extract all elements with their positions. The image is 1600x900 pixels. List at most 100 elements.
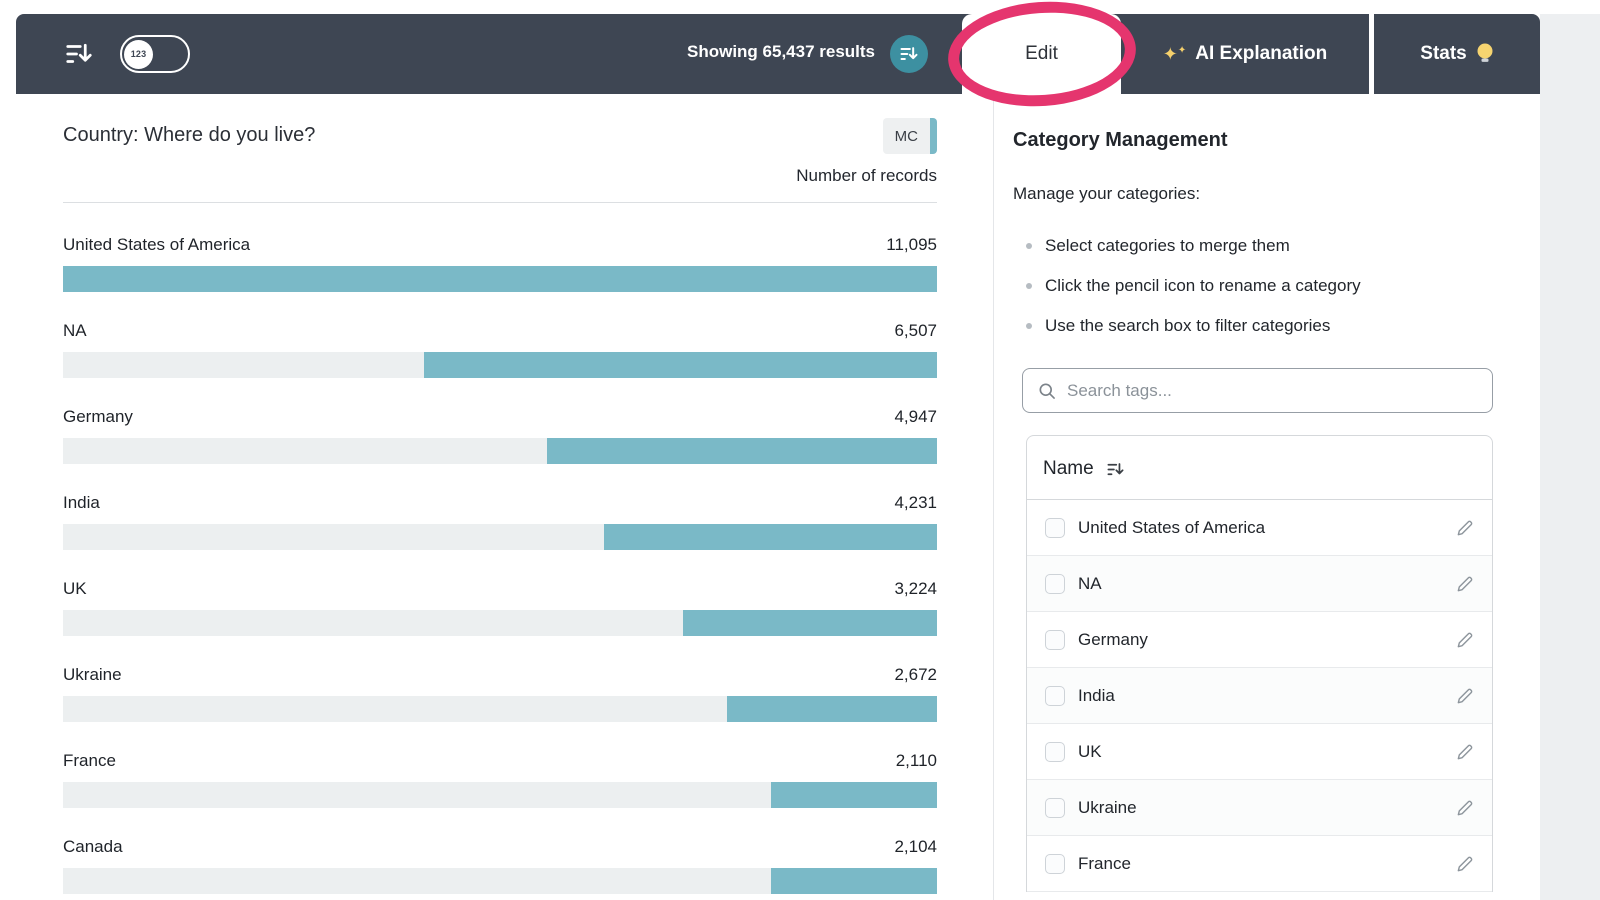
bullet-dot <box>1026 243 1032 249</box>
category-row[interactable]: NA <box>1027 556 1492 612</box>
category-name: NA <box>1078 573 1102 593</box>
bar-fill <box>547 438 937 464</box>
tab-stats-label: Stats <box>1420 43 1467 64</box>
chart-row: Germany 4,947 <box>63 405 937 464</box>
bar-fill <box>726 696 937 722</box>
category-name: France <box>1078 853 1131 873</box>
checkbox[interactable] <box>1045 629 1065 650</box>
checkbox[interactable] <box>1045 685 1065 706</box>
category-row[interactable]: India <box>1027 668 1492 724</box>
bar-fill <box>683 610 937 636</box>
instruction-item: Click the pencil icon to rename a catego… <box>1013 274 1493 298</box>
category-label: NA <box>63 321 87 340</box>
bullet-dot <box>1026 283 1032 289</box>
category-label: France <box>63 751 116 770</box>
checkbox[interactable] <box>1045 517 1065 538</box>
instructions-list: Select categories to merge them Click th… <box>1013 234 1493 338</box>
numeric-mode-knob: 123 <box>124 39 153 69</box>
pencil-icon[interactable] <box>1454 797 1476 819</box>
category-row[interactable]: France <box>1027 836 1492 892</box>
pencil-icon[interactable] <box>1454 685 1476 707</box>
category-value: 4,947 <box>894 407 937 426</box>
pencil-icon[interactable] <box>1454 853 1476 875</box>
chart-divider <box>63 202 937 203</box>
search-icon <box>1039 383 1055 399</box>
tab-edit-label: Edit <box>1025 43 1058 64</box>
results-count: Showing 65,437 results <box>686 42 875 61</box>
chart-rows: United States of America 11,095 NA 6,507… <box>63 233 937 894</box>
category-label: Canada <box>63 837 123 856</box>
category-name: UK <box>1078 741 1102 761</box>
category-name: India <box>1078 685 1115 705</box>
tab-edit[interactable]: Edit <box>962 14 1121 94</box>
search-input[interactable] <box>1067 380 1478 401</box>
bar-track[interactable] <box>63 868 937 894</box>
question-title: Country: Where do you live? <box>63 124 316 146</box>
chart-row: NA 6,507 <box>63 319 937 378</box>
category-value: 2,110 <box>895 751 937 770</box>
category-table-header: Name <box>1027 436 1492 500</box>
category-row[interactable]: United States of America <box>1027 500 1492 556</box>
bar-track[interactable] <box>63 696 937 722</box>
category-value: 11,095 <box>886 235 937 254</box>
instruction-text: Use the search box to filter categories <box>1045 316 1331 335</box>
sort-descending-icon <box>66 43 92 63</box>
sort-descending-button[interactable] <box>62 37 96 71</box>
category-value: 4,231 <box>894 493 937 512</box>
pencil-icon[interactable] <box>1454 741 1476 763</box>
bar-fill <box>603 524 937 550</box>
category-name: Ukraine <box>1078 797 1137 817</box>
records-column-header: Number of records <box>796 166 937 185</box>
category-label: UK <box>63 579 87 598</box>
category-value: 6,507 <box>894 321 937 340</box>
category-name: Germany <box>1078 629 1148 649</box>
category-row[interactable]: Germany <box>1027 612 1492 668</box>
bullet-dot <box>1026 323 1032 329</box>
sparkles-icon: ✦✦ <box>1162 44 1187 64</box>
question-type-badge: MC <box>882 118 937 154</box>
checkbox[interactable] <box>1045 797 1065 818</box>
bar-track[interactable] <box>63 524 937 550</box>
checkbox[interactable] <box>1045 741 1065 762</box>
tab-stats[interactable]: Stats <box>1374 14 1540 94</box>
chart-row: Ukraine 2,672 <box>63 663 937 722</box>
category-value: 2,672 <box>894 665 937 684</box>
chart-row: India 4,231 <box>63 491 937 550</box>
category-row[interactable]: UK <box>1027 724 1492 780</box>
sort-results-button[interactable] <box>890 35 928 73</box>
numeric-mode-toggle[interactable]: 123 <box>120 35 190 73</box>
category-label: Ukraine <box>63 665 122 684</box>
bar-fill <box>63 266 937 292</box>
chart-row: France 2,110 <box>63 749 937 808</box>
category-row[interactable]: Ukraine <box>1027 780 1492 836</box>
pencil-icon[interactable] <box>1454 629 1476 651</box>
sort-descending-icon[interactable] <box>1106 460 1125 479</box>
bar-track[interactable] <box>63 438 937 464</box>
chart-row: Canada 2,104 <box>63 835 937 894</box>
instruction-text: Click the pencil icon to rename a catego… <box>1045 276 1361 295</box>
bar-fill <box>770 782 937 808</box>
checkbox[interactable] <box>1045 853 1065 874</box>
bar-fill <box>424 352 937 378</box>
lightbulb-icon <box>1477 43 1493 62</box>
panel-title: Category Management <box>1013 129 1228 151</box>
instruction-item: Use the search box to filter categories <box>1013 314 1493 338</box>
bar-track[interactable] <box>63 266 937 292</box>
checkbox[interactable] <box>1045 573 1065 594</box>
category-name: United States of America <box>1078 517 1266 537</box>
pencil-icon[interactable] <box>1454 517 1476 539</box>
pencil-icon[interactable] <box>1454 573 1476 595</box>
bar-track[interactable] <box>63 610 937 636</box>
category-management-panel: Category Management Manage your categori… <box>994 94 1540 900</box>
bar-track[interactable] <box>63 782 937 808</box>
badge-accent-strip <box>930 118 937 154</box>
search-tags-box <box>1022 368 1493 413</box>
top-toolbar: 123 Showing 65,437 results Edit ✦✦ AI Ex… <box>16 14 1540 94</box>
category-value: 2,104 <box>894 837 937 856</box>
bar-fill <box>771 868 937 894</box>
tab-ai-explanation[interactable]: ✦✦ AI Explanation <box>1121 14 1369 94</box>
name-column-header: Name <box>1043 458 1094 479</box>
question-type-label: MC <box>882 118 930 154</box>
bar-track[interactable] <box>63 352 937 378</box>
category-label: United States of America <box>63 235 251 254</box>
